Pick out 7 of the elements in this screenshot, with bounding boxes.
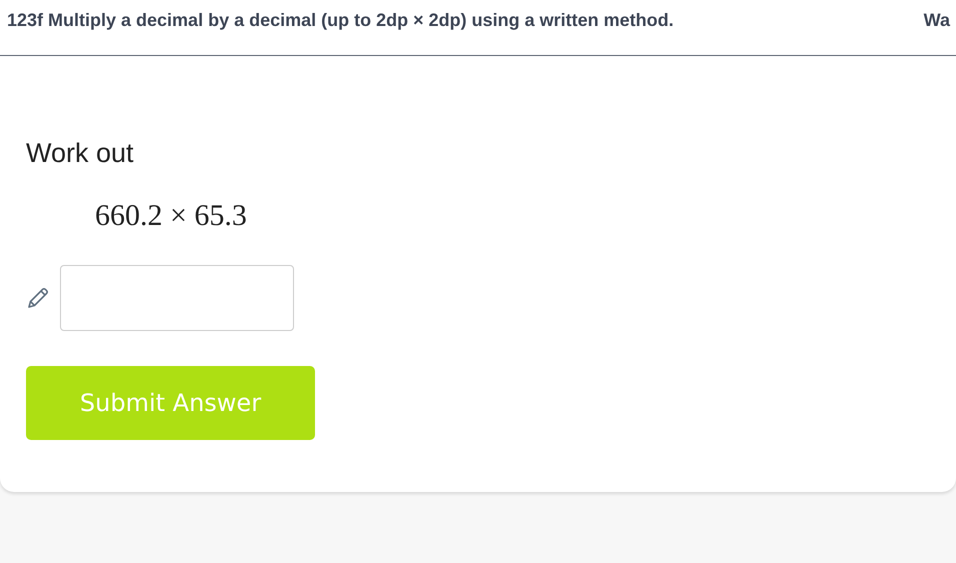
submit-answer-button[interactable]: Submit Answer	[26, 366, 315, 440]
lesson-title: 123f Multiply a decimal by a decimal (up to 2dp × 2dp) using a written method.	[7, 10, 674, 31]
math-expression: 660.2 × 65.3	[95, 199, 248, 233]
header-text: Wa	[924, 10, 950, 31]
pencil-icon	[26, 286, 50, 310]
answer-field[interactable]	[60, 265, 294, 331]
question-prompt: Work out	[26, 138, 135, 169]
